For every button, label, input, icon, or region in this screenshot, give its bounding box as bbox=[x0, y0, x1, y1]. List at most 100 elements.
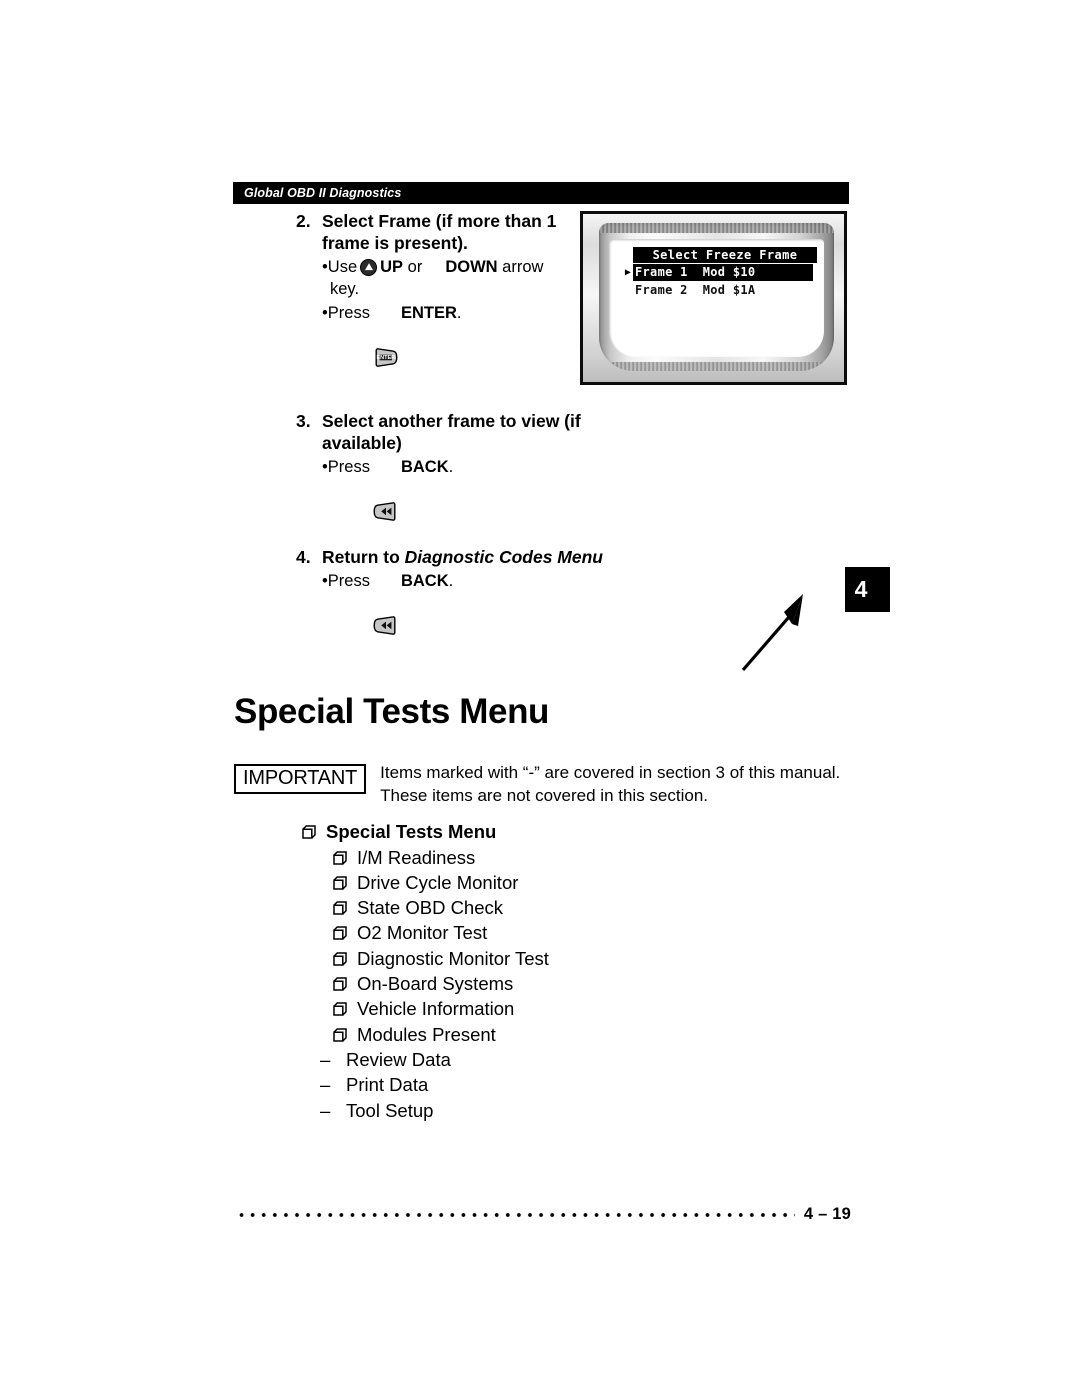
down-arrow-key-icon bbox=[425, 259, 442, 276]
list-item-label: Tool Setup bbox=[346, 1099, 434, 1121]
list-item: – Review Data bbox=[302, 1048, 762, 1073]
list-item: Drive Cycle Monitor bbox=[302, 871, 762, 896]
up-arrow-key-icon bbox=[360, 258, 378, 276]
list-item: – Tool Setup bbox=[302, 1098, 762, 1123]
list-item-label: Print Data bbox=[346, 1074, 429, 1096]
important-body-text: Items marked with “-” are covered in sec… bbox=[380, 763, 841, 806]
lcd-row-frame-2[interactable]: Frame 2 Mod $1A bbox=[623, 282, 813, 299]
pointer-arrow-icon bbox=[735, 590, 815, 675]
lcd-content: Select Freeze Frame ▶ Frame 1 Mod $10 Fr… bbox=[623, 247, 817, 299]
list-item: On-Board Systems bbox=[302, 972, 762, 997]
step-2: 2. Select Frame (if more than 1 frame is… bbox=[296, 210, 586, 367]
special-tests-menu-list: Special Tests Menu I/M Readiness Drive C… bbox=[302, 820, 762, 1124]
box-bullet-icon bbox=[333, 1002, 347, 1017]
box-bullet-icon bbox=[302, 825, 316, 839]
step-3-bullet-1-tail: . bbox=[448, 458, 454, 477]
step-2-bullets: •Use UP or DOWN arrow key. •Press ENTER bbox=[296, 256, 586, 367]
running-header-banner: Global OBD II Diagnostics bbox=[233, 182, 849, 204]
scan-tool-bezel: Select Freeze Frame ▶ Frame 1 Mod $10 Fr… bbox=[599, 223, 834, 371]
step-3-bullets: •Press BACK . bbox=[296, 456, 586, 521]
list-item-label: Review Data bbox=[346, 1049, 451, 1070]
list-item: Special Tests Menu bbox=[302, 820, 762, 845]
step-4-title-plain: Return to bbox=[322, 547, 405, 567]
step-2-bullet-2-tail: . bbox=[456, 304, 462, 323]
lcd-row-frame-1[interactable]: ▶ Frame 1 Mod $10 bbox=[623, 264, 813, 281]
manual-page: Global OBD II Diagnostics 2. Select Fram… bbox=[0, 0, 1080, 1397]
step-3-bullet-1-lead: •Press bbox=[322, 458, 370, 477]
box-bullet-icon bbox=[333, 952, 347, 966]
list-item-label: State OBD Check bbox=[357, 897, 504, 919]
step-3: 3. Select another frame to view (if avai… bbox=[296, 410, 586, 521]
box-bullet-icon bbox=[333, 1027, 347, 1042]
step-4-keyword-back: BACK bbox=[400, 572, 449, 591]
step-2-bullet-1: •Use UP or DOWN arrow bbox=[322, 256, 586, 278]
list-item-label: Diagnostic Monitor Test bbox=[357, 947, 549, 969]
step-4-bullet-1-lead: •Press bbox=[322, 572, 370, 591]
footer-dotted-rule bbox=[236, 1209, 795, 1220]
chapter-tab-label: 4 bbox=[854, 576, 868, 602]
step-4: 4. Return to Diagnostic Codes Menu •Pres… bbox=[296, 546, 656, 635]
step-2-bullet-1-lead: •Use bbox=[322, 258, 358, 277]
step-3-title: Select another frame to view (if availab… bbox=[322, 411, 581, 454]
step-2-keyword-up: UP bbox=[380, 258, 404, 277]
step-3-keyword-back: BACK bbox=[400, 458, 449, 477]
list-item: Diagnostic Monitor Test bbox=[302, 947, 762, 972]
step-2-bullet-1-tail: arrow bbox=[502, 258, 544, 277]
list-item-label: O2 Monitor Test bbox=[357, 922, 488, 944]
list-item: Vehicle Information bbox=[302, 997, 762, 1022]
dash-bullet-icon: – bbox=[320, 1074, 331, 1096]
lcd-title-bar: Select Freeze Frame bbox=[633, 247, 817, 263]
step-4-bullet-1-tail: . bbox=[448, 572, 454, 591]
svg-text:ENTER: ENTER bbox=[376, 355, 395, 361]
section-title: Special Tests Menu bbox=[234, 692, 550, 731]
step-3-heading: 3. Select another frame to view (if avai… bbox=[296, 410, 586, 454]
box-bullet-icon bbox=[333, 901, 347, 915]
list-item-label: Vehicle Information bbox=[357, 998, 515, 1020]
page-footer: 4 – 19 bbox=[236, 1205, 851, 1224]
scan-tool-illustration: Select Freeze Frame ▶ Frame 1 Mod $10 Fr… bbox=[580, 211, 847, 385]
dash-bullet-icon: – bbox=[320, 1099, 331, 1121]
step-2-number: 2. bbox=[296, 211, 311, 231]
box-bullet-icon bbox=[333, 850, 347, 865]
step-2-bullet-2: •Press ENTER ENTER . bbox=[322, 302, 586, 367]
important-callout: IMPORTANT Items marked with “-” are cove… bbox=[234, 757, 854, 807]
enter-key-icon: ENTER bbox=[373, 304, 398, 367]
step-4-bullets: •Press BACK . bbox=[296, 570, 656, 635]
list-item-label: On-Board Systems bbox=[357, 973, 514, 995]
step-3-bullet-1: •Press BACK . bbox=[322, 456, 586, 521]
step-2-heading: 2. Select Frame (if more than 1 frame is… bbox=[296, 210, 586, 254]
step-4-heading: 4. Return to Diagnostic Codes Menu bbox=[296, 546, 656, 568]
list-item: I/M Readiness bbox=[302, 845, 762, 870]
chapter-tab-number: 4 bbox=[845, 567, 890, 612]
important-label-box: IMPORTANT bbox=[234, 764, 367, 794]
step-2-keyword-down: DOWN bbox=[445, 258, 498, 277]
box-bullet-icon bbox=[333, 876, 347, 890]
box-bullet-icon bbox=[333, 977, 347, 991]
lcd-row-2-text: Frame 2 Mod $1A bbox=[635, 283, 756, 297]
step-2-bullet-1-or: or bbox=[407, 258, 423, 277]
step-2-bullet-2-lead: •Press bbox=[322, 304, 370, 323]
back-key-icon bbox=[373, 572, 398, 635]
step-2-title: Select Frame (if more than 1 frame is pr… bbox=[322, 211, 557, 254]
list-item-label: I/M Readiness bbox=[357, 846, 476, 868]
box-bullet-icon bbox=[333, 926, 347, 941]
step-4-title-italic: Diagnostic Codes Menu bbox=[404, 547, 603, 567]
running-header-text: Global OBD II Diagnostics bbox=[244, 186, 402, 200]
step-4-number: 4. bbox=[296, 547, 311, 567]
step-4-bullet-1: •Press BACK . bbox=[322, 570, 656, 635]
list-item-label: Drive Cycle Monitor bbox=[357, 871, 519, 893]
step-4-title: Return to Diagnostic Codes Menu bbox=[322, 546, 656, 568]
lcd-row-1-text: Frame 1 Mod $10 bbox=[633, 264, 813, 281]
dash-bullet-icon: – bbox=[320, 1049, 331, 1070]
back-key-icon bbox=[373, 458, 398, 521]
list-item: Modules Present bbox=[302, 1023, 762, 1048]
list-item: State OBD Check bbox=[302, 896, 762, 921]
list-item: – Print Data bbox=[302, 1073, 762, 1098]
list-item-label: Modules Present bbox=[357, 1023, 496, 1045]
lcd-cursor-icon: ▶ bbox=[624, 266, 632, 278]
list-item-label: Special Tests Menu bbox=[326, 821, 497, 843]
list-item: O2 Monitor Test bbox=[302, 921, 762, 946]
step-2-keyword-enter: ENTER bbox=[400, 304, 457, 323]
step-3-number: 3. bbox=[296, 411, 311, 431]
footer-page-number: 4 – 19 bbox=[803, 1205, 851, 1223]
